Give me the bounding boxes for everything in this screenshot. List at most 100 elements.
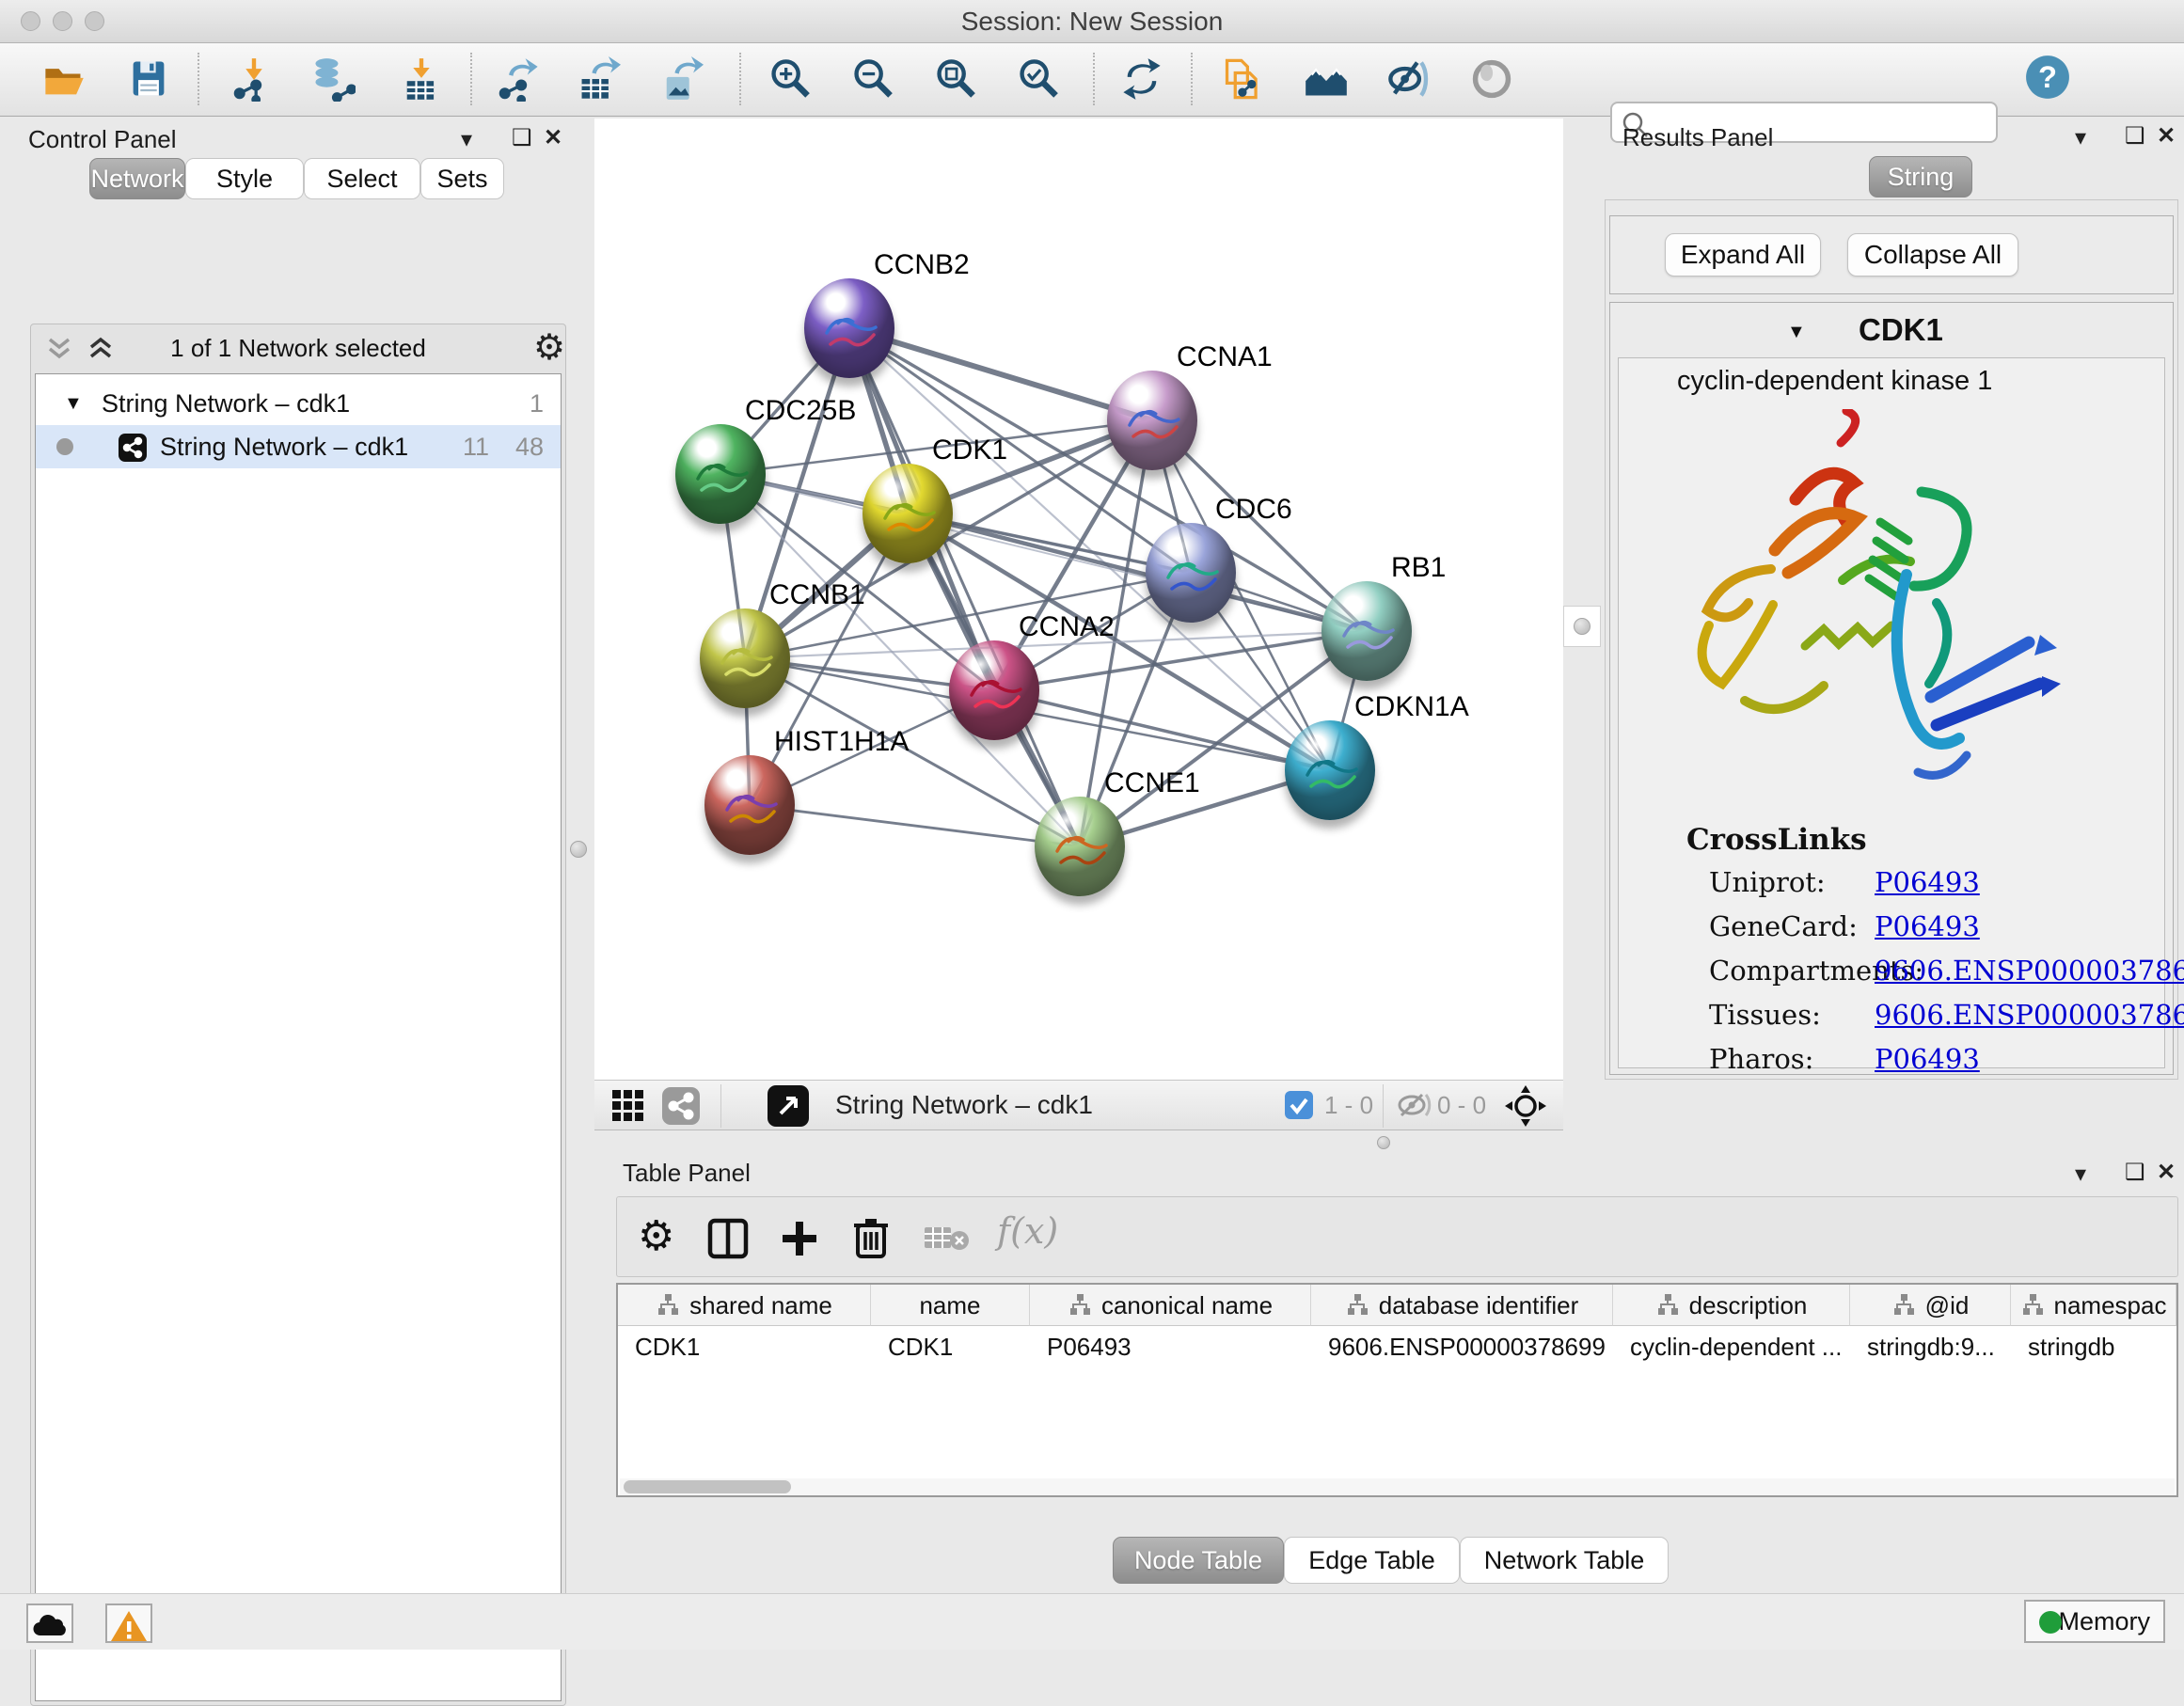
column-header--id[interactable]: @id xyxy=(1850,1285,2011,1326)
network-collection-row[interactable]: ▼ String Network – cdk1 1 xyxy=(36,382,561,425)
collection-expander-icon[interactable]: ▼ xyxy=(64,382,83,425)
table-cell[interactable]: stringdb xyxy=(2011,1326,2176,1367)
memory-button[interactable]: Memory xyxy=(2024,1600,2165,1643)
open-in-window-icon[interactable] xyxy=(768,1085,809,1127)
column-header-database-identifier[interactable]: database identifier xyxy=(1311,1285,1613,1326)
import-network-file-icon[interactable] xyxy=(231,56,277,102)
crosslink-value-link[interactable]: P06493 xyxy=(1875,866,1980,898)
column-header-description[interactable]: description xyxy=(1613,1285,1850,1326)
table-cell[interactable]: CDK1 xyxy=(618,1326,871,1367)
clone-network-icon[interactable] xyxy=(1221,56,1266,102)
gene-expander-icon[interactable]: ▼ xyxy=(1787,322,1806,343)
maximize-panel-icon[interactable]: ❑ xyxy=(512,124,532,151)
import-table-file-icon[interactable] xyxy=(399,56,444,102)
node-cdc25b[interactable] xyxy=(675,424,766,524)
zoom-out-icon[interactable] xyxy=(850,56,895,102)
node-cdk1[interactable] xyxy=(863,464,953,563)
node-rb1[interactable] xyxy=(1321,581,1412,681)
table-cell[interactable]: cyclin-dependent ... xyxy=(1613,1326,1850,1367)
node-cdkn1a[interactable] xyxy=(1285,720,1375,820)
protein-thumbnail-icon xyxy=(1300,747,1362,801)
node-ccne1[interactable] xyxy=(1035,797,1125,896)
network-badge-icon[interactable] xyxy=(662,1087,700,1125)
help-icon[interactable]: ? xyxy=(2025,55,2070,100)
export-table-icon[interactable] xyxy=(576,56,621,102)
float-panel-icon[interactable]: ▾ xyxy=(461,126,472,153)
edge-ccnb2-ccna1[interactable] xyxy=(849,328,1152,420)
node-ccna2[interactable] xyxy=(949,640,1039,740)
cloud-button[interactable] xyxy=(26,1603,73,1643)
tab-edge-table[interactable]: Edge Table xyxy=(1284,1537,1460,1584)
node-ccnb2[interactable] xyxy=(804,278,894,378)
tab-sets[interactable]: Sets xyxy=(420,158,504,199)
network-options-gear-icon[interactable]: ⚙ xyxy=(533,326,565,369)
column-header-canonical-name[interactable]: canonical name xyxy=(1030,1285,1311,1326)
string-results-content: Expand All Collapse All ▼ CDK1 cyclin-de… xyxy=(1605,199,2178,1080)
open-session-icon[interactable] xyxy=(41,56,87,102)
bird-eye-view-icon[interactable] xyxy=(1469,56,1514,102)
crosslink-value-link[interactable]: 9606.ENSP00000378699 xyxy=(1875,955,2184,987)
column-header-namespac[interactable]: namespac xyxy=(2011,1285,2176,1326)
tab-network-table[interactable]: Network Table xyxy=(1460,1537,1669,1584)
table-cell[interactable]: CDK1 xyxy=(871,1326,1030,1367)
add-column-icon[interactable] xyxy=(779,1218,820,1259)
column-header-shared-name[interactable]: shared name xyxy=(618,1285,871,1326)
show-columns-icon[interactable] xyxy=(707,1218,749,1259)
column-header-name[interactable]: name xyxy=(871,1285,1030,1326)
pan-crosshair-icon[interactable] xyxy=(1503,1083,1548,1129)
crosslink-value-link[interactable]: 9606.ENSP00000378699 xyxy=(1875,999,2184,1031)
maximize-panel-icon[interactable]: ❑ xyxy=(2125,122,2145,150)
tab-select[interactable]: Select xyxy=(304,158,420,199)
table-cell[interactable]: 9606.ENSP00000378699 xyxy=(1311,1326,1613,1367)
crosslink-value-link[interactable]: P06493 xyxy=(1875,910,1980,942)
export-network-icon[interactable] xyxy=(497,56,542,102)
edge-ccna2-cdkn1a[interactable] xyxy=(994,690,1330,770)
table-options-gear-icon[interactable]: ⚙ xyxy=(638,1212,674,1260)
table-horizontal-scrollbar[interactable] xyxy=(620,1478,2175,1495)
refresh-icon[interactable] xyxy=(1119,56,1164,102)
export-image-icon[interactable] xyxy=(658,56,704,102)
node-table: shared namenamecanonical namedatabase id… xyxy=(616,1283,2178,1497)
float-panel-icon[interactable]: ▾ xyxy=(2075,1161,2086,1188)
zoom-selected-icon[interactable] xyxy=(1016,56,1061,102)
delete-column-icon[interactable] xyxy=(850,1216,892,1259)
network-row[interactable]: String Network – cdk1 11 48 xyxy=(36,425,561,468)
selected-checkbox-icon[interactable] xyxy=(1285,1091,1313,1119)
close-panel-icon[interactable]: ✕ xyxy=(2157,1159,2176,1186)
warning-button[interactable] xyxy=(105,1603,152,1643)
grid-view-icon[interactable] xyxy=(611,1089,645,1123)
float-panel-icon[interactable]: ▾ xyxy=(2075,124,2086,151)
import-network-database-icon[interactable] xyxy=(310,56,356,102)
scrollbar-thumb[interactable] xyxy=(624,1480,791,1493)
crosslink-value-link[interactable]: P06493 xyxy=(1875,1043,1980,1075)
function-builder-icon[interactable]: f(x) xyxy=(997,1210,1058,1252)
close-panel-icon[interactable]: ✕ xyxy=(2157,122,2176,150)
welcome-screen-icon[interactable] xyxy=(1304,56,1349,102)
column-type-icon xyxy=(1891,1293,1916,1318)
edge-hist1h1a-ccne1[interactable] xyxy=(750,805,1080,846)
collapse-all-button[interactable]: Collapse All xyxy=(1847,233,2018,276)
node-cdc6[interactable] xyxy=(1146,523,1236,623)
collection-count: 1 xyxy=(530,382,544,425)
right-splitter-handle[interactable] xyxy=(1563,606,1601,647)
tab-string[interactable]: String xyxy=(1869,156,1972,197)
maximize-panel-icon[interactable]: ❑ xyxy=(2125,1159,2145,1186)
close-panel-icon[interactable]: ✕ xyxy=(544,124,562,151)
left-splitter-handle[interactable] xyxy=(564,828,593,871)
node-ccna1[interactable] xyxy=(1107,371,1197,470)
table-cell[interactable]: stringdb:9... xyxy=(1850,1326,2011,1367)
tab-network[interactable]: Network xyxy=(89,158,185,199)
table-cell[interactable]: P06493 xyxy=(1030,1326,1311,1367)
edge-ccnb2-ccne1[interactable] xyxy=(849,328,1080,846)
node-ccnb1[interactable] xyxy=(700,608,790,708)
tab-style[interactable]: Style xyxy=(185,158,304,199)
tab-node-table[interactable]: Node Table xyxy=(1113,1537,1284,1584)
expand-all-button[interactable]: Expand All xyxy=(1665,233,1821,276)
zoom-in-icon[interactable] xyxy=(768,56,813,102)
zoom-fit-icon[interactable] xyxy=(933,56,978,102)
node-hist1h1a[interactable] xyxy=(704,755,795,855)
hide-graphics-details-icon[interactable] xyxy=(1386,56,1432,102)
bottom-splitter-handle[interactable] xyxy=(1362,1134,1405,1151)
network-view-canvas[interactable]: CCNB2 CCNA1 CDC25B CDK1 CDC6 RB1 CCNB1 xyxy=(594,118,1563,1080)
save-session-icon[interactable] xyxy=(126,56,171,102)
